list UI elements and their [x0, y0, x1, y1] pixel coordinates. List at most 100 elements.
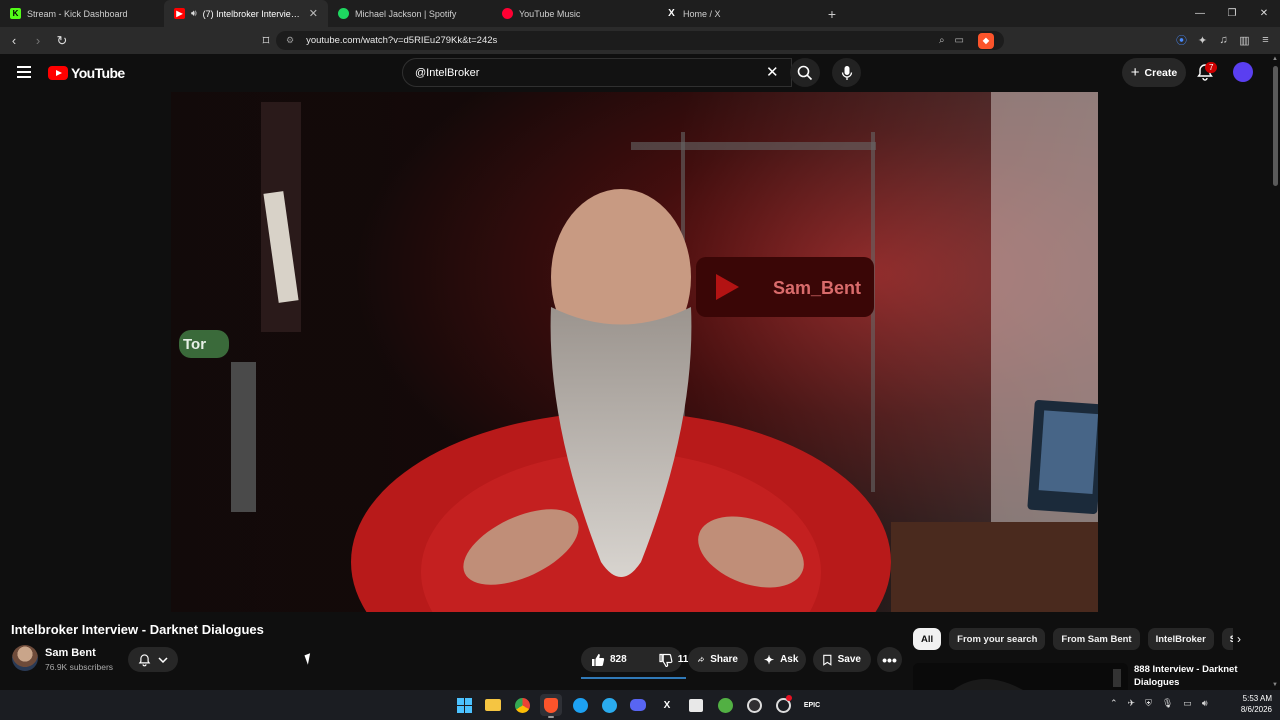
brave-shield-icon[interactable]: ◆	[978, 32, 994, 49]
tray-overflow-icon[interactable]: ⌃	[1110, 698, 1118, 709]
tor-sticker-text: Tor	[183, 336, 206, 353]
page-scrollbar[interactable]: ▲ ▼	[1271, 54, 1280, 690]
search-input[interactable]: @IntelBroker	[402, 58, 792, 87]
taskbar-apps: X EPIC	[453, 694, 823, 718]
channel-name[interactable]: Sam Bent	[45, 647, 96, 659]
extensions-icon[interactable]: ✦	[1196, 31, 1209, 49]
channel-avatar[interactable]	[12, 645, 38, 671]
like-button[interactable]: 828	[581, 647, 637, 672]
browser-tab-kick[interactable]: K Stream - Kick Dashboard	[0, 0, 164, 27]
related-filter-chips: All From your search From Sam Bent Intel…	[913, 628, 1233, 650]
site-info-icon[interactable]: ⚙	[286, 35, 294, 46]
browser-tab-youtube-music[interactable]: YouTube Music	[492, 0, 656, 27]
wallet-icon[interactable]: ⦿	[1175, 31, 1188, 49]
new-tab-button[interactable]: +	[820, 0, 844, 27]
scroll-up-icon[interactable]: ▲	[1272, 56, 1278, 62]
browser-tab-spotify[interactable]: Michael Jackson | Spotify	[328, 0, 492, 27]
youtube-logo[interactable]: YouTube	[48, 65, 125, 81]
recommendation-title[interactable]: 888 Interview - Darknet Dialogues	[1134, 663, 1264, 689]
telegram-icon[interactable]	[598, 694, 620, 716]
address-bar: ‹ › ↻ ⌑ ⚙ youtube.com/watch?v=d5RIEu279K…	[0, 27, 1280, 54]
video-player[interactable]: Sam_Bent Tor	[171, 92, 1098, 612]
windows-start-icon[interactable]	[453, 694, 475, 716]
tab-title: Home / X	[683, 8, 721, 19]
recommendation-thumbnail-art	[913, 663, 1128, 690]
obs-icon[interactable]	[743, 694, 765, 716]
close-window-icon[interactable]: ✕	[1248, 0, 1280, 27]
scroll-down-icon[interactable]: ▼	[1272, 682, 1278, 688]
discord-icon[interactable]	[627, 694, 649, 716]
youtube-icon: ▶	[174, 8, 185, 19]
search-button[interactable]	[790, 58, 820, 87]
reload-icon[interactable]: ↻	[52, 31, 72, 51]
chrome-icon[interactable]	[511, 694, 533, 716]
url-text: youtube.com/watch?v=d5RIEu279Kk&t=242s	[306, 35, 498, 46]
brave-browser-icon[interactable]	[540, 694, 562, 718]
microphone-tray-icon[interactable]: 🎙︎	[1162, 698, 1173, 709]
microphone-icon	[841, 65, 852, 80]
zoom-icon[interactable]: ⌕	[939, 35, 945, 46]
bell-icon	[138, 653, 151, 666]
thumbs-up-icon	[592, 653, 605, 666]
windows-taskbar: X EPIC ⌃ ✈ ⛨ 🎙︎ ▭ 🔊︎ 5:53 AM 8/6/2026	[0, 690, 1280, 720]
spotify-icon	[338, 8, 349, 19]
minimize-icon[interactable]: —	[1184, 0, 1216, 27]
filter-chip-security[interactable]: Secu	[1221, 628, 1233, 650]
recording-app-icon[interactable]	[772, 694, 794, 716]
bookmark-icon[interactable]: ⌑	[256, 31, 276, 51]
tab-title: Michael Jackson | Spotify	[355, 8, 457, 19]
like-count: 828	[610, 654, 627, 665]
browser-tab-bar: K Stream - Kick Dashboard ▶ 🔊︎ (7) Intel…	[0, 0, 1280, 27]
scrollbar-thumb[interactable]	[1273, 66, 1278, 186]
streaming-app-icon[interactable]	[569, 694, 591, 716]
speaker-icon[interactable]: 🔊︎	[191, 8, 197, 19]
store-icon[interactable]	[685, 694, 707, 716]
filter-chip-from-sam-bent[interactable]: From Sam Bent	[1053, 628, 1140, 650]
browser-tab-youtube[interactable]: ▶ 🔊︎ (7) Intelbroker Interview - Dar ✕	[164, 0, 328, 27]
clock-time: 5:53 AM	[1242, 694, 1272, 703]
filter-chip-all[interactable]: All	[913, 628, 942, 650]
x-icon: X	[668, 8, 675, 19]
security-icon[interactable]: ⛨	[1145, 698, 1152, 709]
browser-tab-x[interactable]: X Home / X	[656, 0, 820, 27]
create-label: Create	[1144, 66, 1178, 79]
window-controls: — ❐ ✕	[1184, 0, 1280, 27]
epic-games-icon[interactable]: EPIC	[801, 694, 823, 716]
forward-icon[interactable]: ›	[28, 31, 48, 51]
x-app-icon[interactable]: X	[656, 694, 678, 716]
clear-search-icon[interactable]: ✕	[766, 63, 779, 81]
back-icon[interactable]: ‹	[4, 31, 24, 51]
voice-search-button[interactable]	[832, 58, 861, 87]
restore-icon[interactable]: ❐	[1216, 0, 1248, 27]
video-title: Intelbroker Interview - Darknet Dialogue…	[11, 622, 264, 637]
share-button[interactable]: Share	[688, 647, 748, 672]
account-avatar[interactable]	[1233, 62, 1253, 82]
tray-app-icon[interactable]: ✈	[1128, 698, 1136, 709]
ask-button[interactable]: ✦ Ask	[754, 647, 806, 672]
chevron-right-icon[interactable]: ›	[1237, 632, 1241, 646]
save-label: Save	[837, 654, 861, 665]
bookmark-save-icon	[823, 654, 832, 666]
file-explorer-icon[interactable]	[482, 694, 504, 716]
create-button[interactable]: + Create	[1122, 58, 1186, 87]
sidebar-icon[interactable]: ▥	[1238, 31, 1251, 49]
filter-chip-intelbroker[interactable]: IntelBroker	[1147, 628, 1214, 650]
filter-chip-from-your-search[interactable]: From your search	[949, 628, 1046, 650]
xbox-icon[interactable]	[714, 694, 736, 716]
volume-icon[interactable]: 🔊︎	[1202, 698, 1208, 709]
cast-icon[interactable]: ▭	[955, 35, 964, 46]
subscription-notify-button[interactable]	[128, 647, 178, 672]
browser-menu-icon[interactable]: ≡	[1259, 31, 1272, 49]
hamburger-menu-icon[interactable]	[17, 66, 31, 78]
active-indicator	[548, 716, 554, 718]
network-icon[interactable]: ▭	[1183, 698, 1192, 709]
close-tab-icon[interactable]: ✕	[309, 7, 318, 20]
thumbs-down-icon	[659, 653, 673, 667]
recommendation-thumbnail[interactable]	[913, 663, 1128, 690]
taskbar-clock[interactable]: 5:53 AM 8/6/2026	[1232, 693, 1272, 715]
sam-bent-sign-text: Sam_Bent	[773, 278, 861, 298]
url-field[interactable]: ⚙ youtube.com/watch?v=d5RIEu279Kk&t=242s…	[276, 31, 1004, 50]
save-button[interactable]: Save	[813, 647, 871, 672]
more-actions-button[interactable]: •••	[877, 647, 902, 672]
media-icon[interactable]: ♫	[1217, 31, 1230, 49]
